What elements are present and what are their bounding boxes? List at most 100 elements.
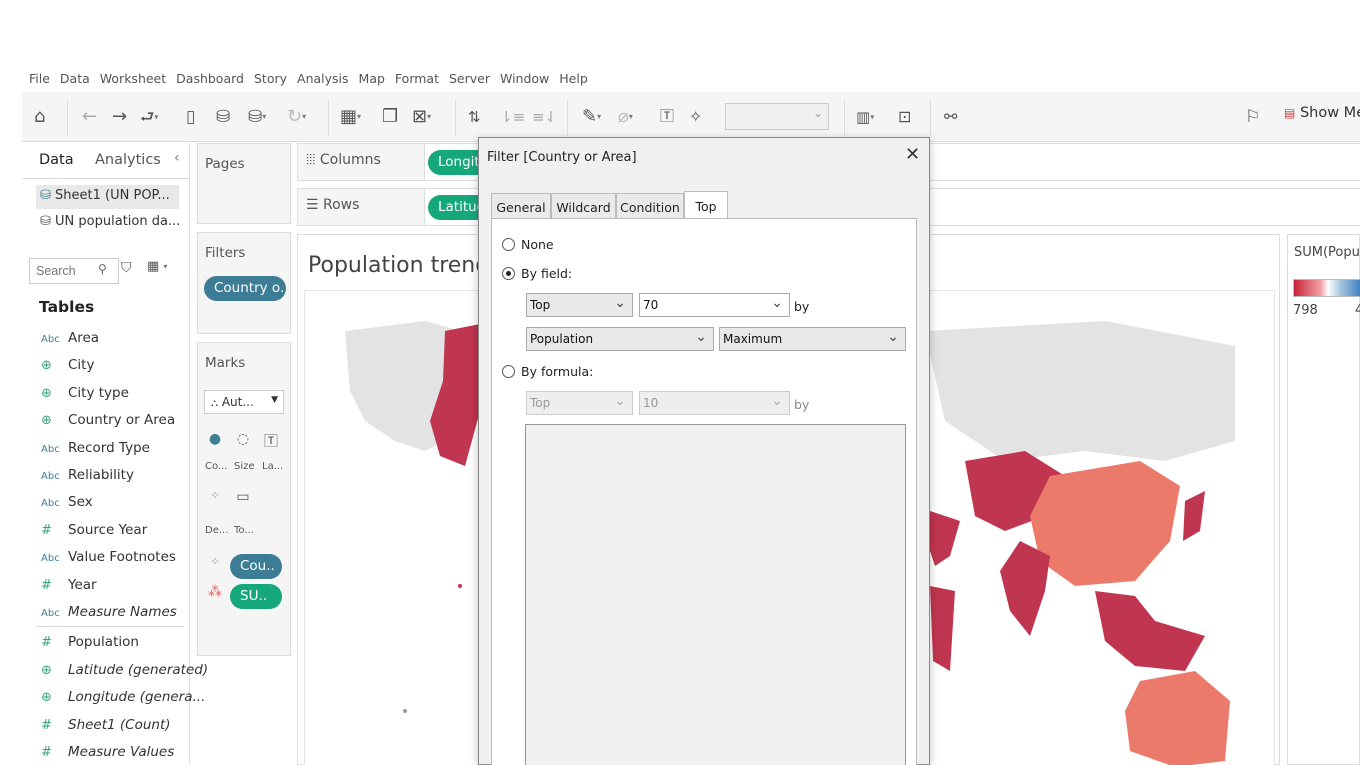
menu-analysis[interactable]: Analysis xyxy=(297,71,349,86)
show-me-button[interactable]: ▤ Show Me xyxy=(1284,105,1360,121)
field-item[interactable]: Abc Measure Names xyxy=(41,604,177,624)
datasource-item[interactable]: ⛁ UN population da... xyxy=(36,214,180,229)
toolbar: ⌂ ← → ⮐▾ ▯ ⛁ ⛁▾ ↻▾ ▦▾ ❐ ⊠▾ ⇅ ⇂≡ ≡⇃ ✎▾ ⌀▾… xyxy=(22,92,1360,142)
string-type-icon: Abc xyxy=(41,334,60,345)
filter-icon[interactable]: ⛉ xyxy=(121,260,132,276)
field-item[interactable]: Abc Sex xyxy=(41,494,93,514)
menu-worksheet[interactable]: Worksheet xyxy=(100,71,166,86)
swap-rows-columns-icon[interactable]: ⇅ xyxy=(468,106,481,128)
tooltip-paint-icon[interactable]: ⚐ xyxy=(1245,106,1260,128)
tab-condition[interactable]: Condition xyxy=(616,193,684,219)
menu-window[interactable]: Window xyxy=(500,71,549,86)
group-icon[interactable]: ⌀▾ xyxy=(618,106,633,128)
number-type-icon: # xyxy=(41,635,52,651)
color-legend[interactable]: SUM(Popula 798 4 xyxy=(1287,234,1360,765)
by-formula-count-combo[interactable]: 10 ⌄ xyxy=(639,391,790,415)
field-item[interactable]: ⊕ Longitude (genera... xyxy=(41,689,205,709)
sort-descending-icon[interactable]: ≡⇃ xyxy=(532,106,557,128)
pause-updates-icon[interactable]: ⛁▾ xyxy=(248,106,266,128)
tab-top[interactable]: Top xyxy=(684,191,728,219)
globe-icon: ⊕ xyxy=(41,385,52,401)
view-options-icon[interactable]: ▦ ▾ xyxy=(147,259,167,274)
clear-sheet-icon[interactable]: ⊠▾ xyxy=(412,106,431,128)
label-icon[interactable]: 🅃 xyxy=(260,431,282,457)
sort-ascending-icon[interactable]: ⇂≡ xyxy=(500,106,525,128)
field-item[interactable]: Abc Reliability xyxy=(41,467,134,487)
home-icon[interactable]: ⌂ xyxy=(34,106,45,128)
pin-icon[interactable]: ✧ xyxy=(689,106,702,128)
radio-by-field[interactable]: By field: xyxy=(502,266,572,281)
columns-label-text: Columns xyxy=(319,152,381,168)
filters-card[interactable]: Filters Country o.. xyxy=(197,232,291,334)
by-formula-direction-select[interactable]: Top ⌄ xyxy=(526,391,633,415)
menu-map[interactable]: Map xyxy=(359,71,385,86)
field-item[interactable]: Abc Value Footnotes xyxy=(41,549,176,569)
mark-type-dropdown[interactable]: ⛬ Aut... ▼ xyxy=(204,390,284,414)
field-item[interactable]: ⊕ Country or Area xyxy=(41,412,175,432)
by-field-aggregation-select[interactable]: Maximum ⌄ xyxy=(719,327,906,351)
tab-analytics[interactable]: Analytics xyxy=(95,152,161,168)
tab-data[interactable]: Data xyxy=(39,152,74,168)
share-icon[interactable]: ⚯ xyxy=(944,106,957,128)
globe-icon: ⊕ xyxy=(41,690,52,706)
number-type-icon: # xyxy=(41,717,52,733)
field-item[interactable]: ⊕ City xyxy=(41,357,94,377)
redo-icon[interactable]: → xyxy=(112,106,127,128)
field-item[interactable]: ⊕ Latitude (generated) xyxy=(41,662,208,682)
pages-card[interactable]: Pages xyxy=(197,143,291,224)
field-item[interactable]: ⊕ City type xyxy=(41,385,129,405)
collapse-icon[interactable]: ‹ xyxy=(174,150,180,166)
datasource-item[interactable]: ⛁ Sheet1 (UN POP... xyxy=(36,185,179,209)
menu-file[interactable]: File xyxy=(29,71,50,86)
menu-data[interactable]: Data xyxy=(60,71,90,86)
save-icon[interactable]: ▯ xyxy=(186,106,195,128)
tooltip-icon[interactable]: ▭ xyxy=(232,489,254,515)
menu-server[interactable]: Server xyxy=(449,71,490,86)
filter-pill-country[interactable]: Country o.. xyxy=(204,276,286,301)
formula-editor[interactable] xyxy=(525,424,906,765)
detail-icon[interactable]: ⁘ xyxy=(204,489,226,515)
search-icon[interactable]: ⚲ xyxy=(98,262,107,276)
fit-dropdown[interactable] xyxy=(725,103,829,130)
size-icon[interactable]: ◌ xyxy=(232,431,254,457)
new-datasource-icon[interactable]: ⛁ xyxy=(216,106,230,128)
duplicate-sheet-icon[interactable]: ❐ xyxy=(382,106,398,128)
refresh-icon[interactable]: ↻▾ xyxy=(287,106,306,128)
highlight-icon[interactable]: ✎▾ xyxy=(582,106,601,128)
menu-story[interactable]: Story xyxy=(254,71,287,86)
radio-by-formula[interactable]: By formula: xyxy=(502,364,593,379)
menu-dashboard[interactable]: Dashboard xyxy=(176,71,244,86)
field-item[interactable]: Abc Area xyxy=(41,330,99,350)
marks-pill-sum[interactable]: SU.. xyxy=(230,584,282,609)
field-item[interactable]: # Measure Values xyxy=(41,744,174,764)
by-field-field-select[interactable]: Population ⌄ xyxy=(526,327,714,351)
datasource-icon: ⛁ xyxy=(40,188,51,203)
by-field-count-combo[interactable]: 70 ⌄ xyxy=(639,293,790,317)
menu-format[interactable]: Format xyxy=(395,71,439,86)
island-marker xyxy=(458,584,462,588)
show-labels-icon[interactable]: 🅃 xyxy=(660,106,674,128)
color-icon[interactable]: ● xyxy=(204,431,226,457)
undo-icon[interactable]: ← xyxy=(82,106,97,128)
field-item[interactable]: # Year xyxy=(41,577,97,597)
by-formula-direction-value: Top xyxy=(530,396,551,410)
tab-wildcard[interactable]: Wildcard xyxy=(551,193,616,219)
new-worksheet-icon[interactable]: ▦▾ xyxy=(340,106,361,128)
field-item[interactable]: Abc Record Type xyxy=(41,440,150,460)
radio-none-label: None xyxy=(521,237,554,252)
replay-icon[interactable]: ⮐▾ xyxy=(140,106,158,129)
show-cards-icon[interactable]: ▥▾ xyxy=(856,106,874,129)
tab-general[interactable]: General xyxy=(491,193,551,219)
marks-pill-country[interactable]: Cou.. xyxy=(230,554,282,579)
menu-help[interactable]: Help xyxy=(559,71,588,86)
field-item[interactable]: # Sheet1 (Count) xyxy=(41,717,171,737)
number-type-icon: # xyxy=(41,745,52,760)
field-label: Source Year xyxy=(68,521,148,538)
by-field-direction-select[interactable]: Top ⌄ xyxy=(526,293,633,317)
presentation-mode-icon[interactable]: ⊡ xyxy=(898,106,911,128)
field-item[interactable]: # Population xyxy=(41,634,139,654)
field-item[interactable]: # Source Year xyxy=(41,522,147,542)
close-icon[interactable]: ✕ xyxy=(905,146,920,164)
radio-none[interactable]: None xyxy=(502,237,554,252)
radio-by-field-indicator xyxy=(502,267,515,280)
